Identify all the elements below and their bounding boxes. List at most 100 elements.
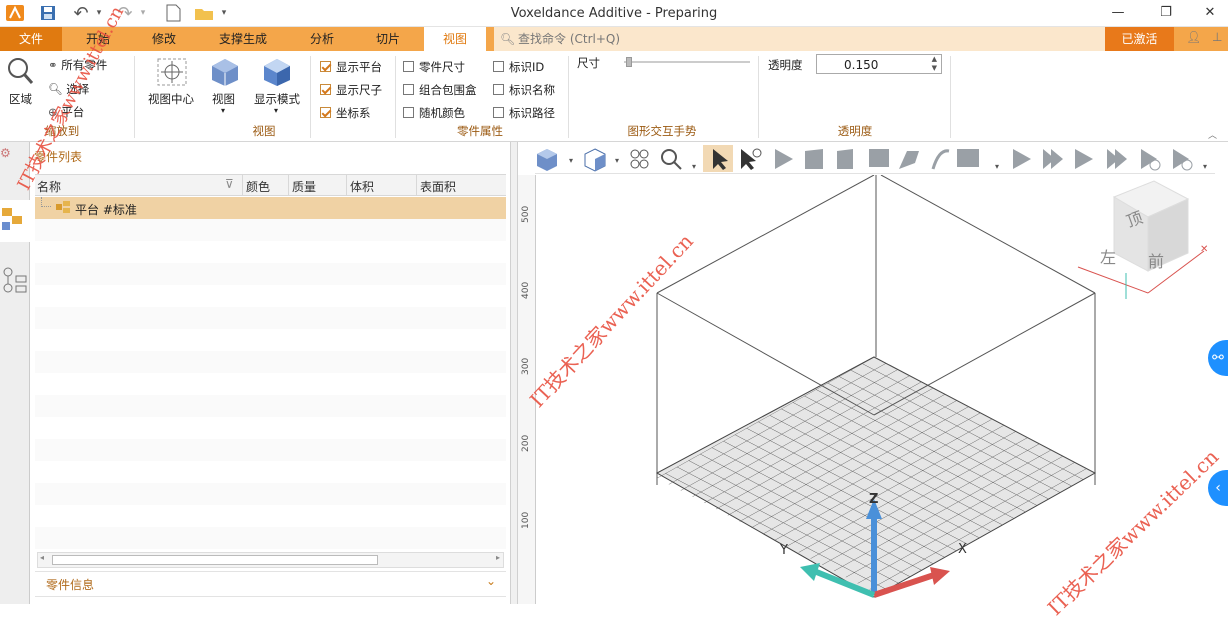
part-info-label: 零件信息: [46, 578, 95, 592]
col-volume[interactable]: 体积: [350, 178, 374, 195]
show-ruler-checkbox[interactable]: 显示尺子: [320, 82, 382, 98]
group-separator: [310, 56, 311, 138]
view-center-icon[interactable]: [156, 57, 188, 90]
window-title: Voxeldance Additive - Preparing: [510, 6, 718, 21]
area-zoom-label: 区域: [9, 92, 32, 106]
group-bbox-checkbox[interactable]: 组合包围盒: [403, 82, 477, 98]
wire-cube-tool-icon: [584, 148, 606, 172]
col-name[interactable]: 名称: [37, 178, 61, 195]
area-zoom-button[interactable]: [6, 56, 34, 89]
ruler-tick-200: 200: [521, 434, 531, 452]
navigation-cube: [1077, 180, 1205, 299]
part-size-checkbox[interactable]: 零件尺寸: [403, 59, 465, 75]
view-center-button[interactable]: 视图中心: [148, 91, 194, 107]
svg-text:▾: ▾: [569, 156, 573, 165]
svg-text:▾: ▾: [615, 156, 619, 165]
chevron-down-icon[interactable]: ▾: [274, 106, 278, 115]
transparency-spinbox[interactable]: 0.150 ▲ ▼: [816, 54, 942, 74]
search-input[interactable]: 🔍︎ 查找命令 (Ctrl+Q): [494, 27, 1105, 51]
ruler-tick-500: 500: [521, 205, 531, 223]
horizontal-scrollbar[interactable]: ◂ ▸: [37, 552, 504, 568]
svg-text:▾: ▾: [995, 162, 999, 171]
group-label-gesture: 图形交互手势: [627, 124, 697, 138]
display-mode-button[interactable]: 显示模式: [254, 91, 300, 107]
parts-tab[interactable]: [0, 200, 30, 242]
play-tools-icons: [1013, 149, 1193, 171]
label-path-checkbox[interactable]: 标识路径: [493, 105, 555, 121]
scrollbar-thumb[interactable]: [52, 555, 378, 565]
chevron-down-icon[interactable]: ⌄: [486, 574, 496, 588]
tab-modify[interactable]: 修改: [136, 27, 192, 51]
table-row: [35, 351, 506, 373]
size-label: 尺寸: [577, 56, 600, 70]
group-separator: [758, 56, 759, 138]
axis-y-label: Y: [780, 543, 788, 558]
part-info-section[interactable]: 零件信息 ⌄: [35, 571, 506, 595]
group-label-transparency: 透明度: [837, 124, 873, 138]
title-bar: ↶ ▾ ↷ ▾ ▾ Voxeldance Additive - Preparin…: [0, 0, 1228, 27]
show-platform-checkbox[interactable]: 显示平台: [320, 59, 382, 75]
scroll-left-icon[interactable]: ◂: [40, 553, 44, 562]
panel-splitter[interactable]: [510, 142, 518, 604]
chevron-down-icon[interactable]: ▾: [221, 106, 225, 115]
magnifier-icon: [8, 58, 34, 84]
table-row: [35, 263, 506, 285]
table-row: [35, 439, 506, 461]
spin-arrows-icon[interactable]: ▲ ▼: [932, 55, 937, 73]
transparency-label: 透明度: [768, 58, 803, 72]
user-icon[interactable]: 👤︎: [1186, 30, 1201, 44]
zoom-tool-icon: [661, 149, 682, 170]
random-color-checkbox[interactable]: 随机颜色: [403, 105, 465, 121]
group-label-part-props: 零件属性: [457, 124, 503, 138]
cube-face-front[interactable]: 前: [1148, 248, 1164, 272]
activated-button[interactable]: 已激活: [1105, 27, 1174, 51]
tab-slice[interactable]: 切片: [360, 27, 416, 51]
tab-view[interactable]: 视图: [424, 27, 486, 51]
cube-face-left[interactable]: 左: [1100, 244, 1116, 268]
col-surface-area[interactable]: 表面积: [420, 178, 456, 195]
left-tab-strip: ⚙: [0, 142, 30, 604]
coordinate-checkbox[interactable]: 坐标系: [320, 105, 371, 121]
display-mode-icon[interactable]: [262, 57, 292, 90]
label-id-checkbox[interactable]: 标识ID: [493, 59, 544, 75]
pin-icon[interactable]: ⊥: [1212, 30, 1222, 44]
axis-x-label: X: [958, 542, 967, 557]
close-button[interactable]: ✕: [1198, 3, 1222, 23]
col-mass[interactable]: 质量: [292, 178, 316, 195]
size-slider-track[interactable]: [624, 61, 750, 63]
maximize-button[interactable]: ❐: [1154, 3, 1178, 23]
group-separator: [395, 56, 396, 138]
tree-structure-icon[interactable]: [2, 266, 28, 299]
minimize-button[interactable]: —: [1106, 3, 1130, 23]
parts-tool-icon: [630, 149, 649, 169]
next-section[interactable]: [35, 596, 506, 606]
view-dropdown-button[interactable]: 视图: [212, 91, 235, 107]
gesture-tools-icons: [775, 149, 979, 170]
tab-analysis[interactable]: 分析: [294, 27, 350, 51]
filter-icon[interactable]: ⊽: [225, 177, 234, 191]
platform-node-icon: [55, 200, 71, 217]
group-separator: [568, 56, 569, 138]
size-slider-thumb[interactable]: [626, 57, 632, 67]
view-cube-icon[interactable]: [210, 57, 240, 90]
parts-tree-icon: [2, 208, 22, 230]
collapse-ribbon-icon[interactable]: ︿: [1208, 128, 1217, 141]
view-cube-tool-icon: [537, 149, 557, 171]
close-icon[interactable]: ✕: [1200, 244, 1208, 255]
scroll-right-icon[interactable]: ▸: [496, 553, 500, 562]
table-row: [35, 527, 506, 549]
table-row[interactable]: 平台 #标准: [35, 197, 506, 219]
label-name-checkbox[interactable]: 标识名称: [493, 82, 555, 98]
tab-support[interactable]: 支撑生成: [204, 27, 282, 51]
table-row: [35, 483, 506, 505]
tab-file[interactable]: 文件: [0, 27, 62, 51]
col-color[interactable]: 颜色: [246, 178, 270, 195]
ruler-tick-100: 100: [521, 511, 531, 529]
group-label-view: 视图: [252, 124, 276, 138]
parts-table-header: 名称 ⊽ 颜色 质量 体积 表面积: [35, 174, 506, 196]
group-separator: [134, 56, 135, 138]
axis-z-label: Z: [869, 492, 879, 507]
settings-icon[interactable]: ⚙: [0, 146, 11, 160]
transparency-value: 0.150: [844, 58, 879, 72]
search-icon: 🔍︎: [500, 32, 516, 46]
